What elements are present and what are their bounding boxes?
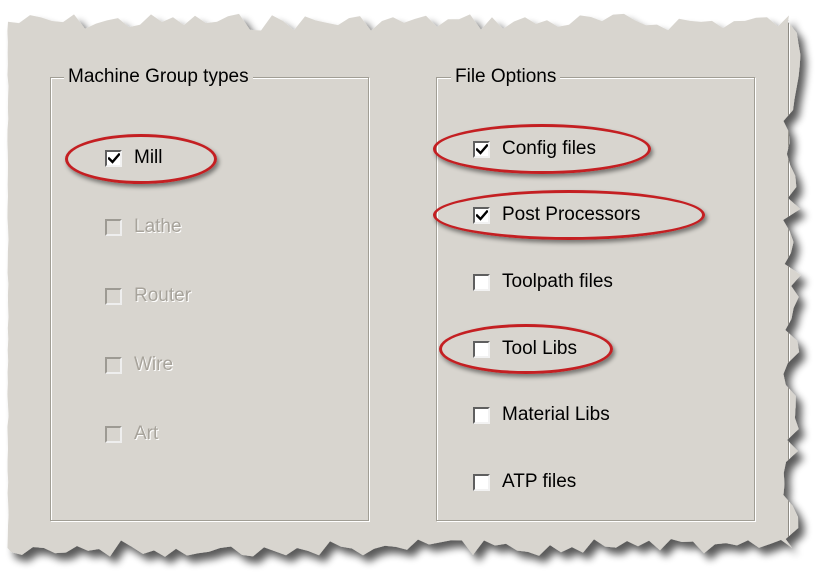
- toolpath-files-checkbox[interactable]: [473, 274, 490, 291]
- checkmark-icon: [476, 144, 488, 155]
- checkbox-row-tool-libs[interactable]: Tool Libs: [473, 336, 577, 362]
- mill-checkbox[interactable]: [105, 150, 122, 167]
- lathe-checkbox: [105, 219, 122, 236]
- checkbox-row-config-files[interactable]: Config files: [473, 136, 596, 162]
- mill-label: Mill: [134, 147, 163, 168]
- tool-libs-label: Tool Libs: [502, 338, 577, 359]
- material-libs-label: Material Libs: [502, 404, 610, 425]
- checkbox-row-wire: Wire: [105, 352, 173, 378]
- config-files-label: Config files: [502, 138, 596, 159]
- post-processors-checkbox[interactable]: [473, 207, 490, 224]
- options-dialog: Machine Group types Mill Lathe Router Wi…: [0, 0, 822, 579]
- wire-label: Wire: [134, 354, 174, 375]
- machine-group-types-groupbox: [50, 77, 369, 521]
- material-libs-checkbox[interactable]: [473, 407, 490, 424]
- checkmark-icon: [108, 153, 120, 164]
- art-label: Art: [134, 423, 159, 444]
- checkbox-row-art: Art: [105, 421, 158, 447]
- machine-group-types-title: Machine Group types: [64, 66, 253, 88]
- router-label: Router: [134, 285, 192, 306]
- checkmark-icon: [476, 210, 488, 221]
- screenshot-canvas: Machine Group types Mill Lathe Router Wi…: [0, 0, 822, 579]
- lathe-label: Lathe: [134, 216, 182, 237]
- art-checkbox: [105, 426, 122, 443]
- checkbox-row-toolpath-files[interactable]: Toolpath files: [473, 269, 613, 295]
- file-options-title: File Options: [451, 66, 560, 88]
- checkbox-row-router: Router: [105, 283, 191, 309]
- checkbox-row-material-libs[interactable]: Material Libs: [473, 402, 610, 428]
- toolpath-files-label: Toolpath files: [502, 271, 613, 292]
- atp-files-label: ATP files: [502, 471, 577, 492]
- config-files-checkbox[interactable]: [473, 141, 490, 158]
- post-processors-label: Post Processors: [502, 204, 641, 225]
- atp-files-checkbox[interactable]: [473, 474, 490, 491]
- checkbox-row-lathe: Lathe: [105, 214, 182, 240]
- checkbox-row-atp-files[interactable]: ATP files: [473, 469, 576, 495]
- wire-checkbox: [105, 357, 122, 374]
- router-checkbox: [105, 288, 122, 305]
- tool-libs-checkbox[interactable]: [473, 341, 490, 358]
- checkbox-row-mill[interactable]: Mill: [105, 145, 163, 171]
- checkbox-row-post-processors[interactable]: Post Processors: [473, 202, 640, 228]
